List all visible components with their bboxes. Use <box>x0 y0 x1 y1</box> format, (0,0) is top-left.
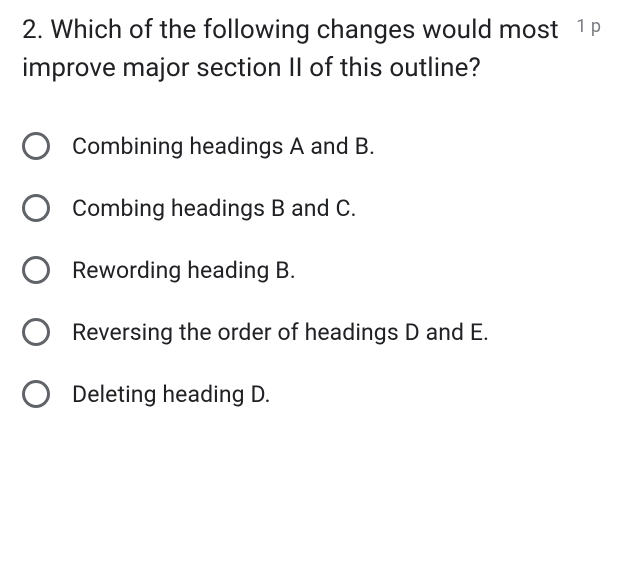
option-label: Combing headings B and C. <box>72 195 357 222</box>
radio-icon <box>22 132 50 160</box>
option-label: Rewording heading B. <box>72 257 296 284</box>
radio-icon <box>22 318 50 346</box>
radio-icon <box>22 256 50 284</box>
question-points: 1 p <box>576 16 601 37</box>
option-label: Combining headings A and B. <box>72 133 375 160</box>
question-text: 2. Which of the following changes would … <box>22 12 560 87</box>
radio-icon <box>22 380 50 408</box>
option-5[interactable]: Deleting heading D. <box>22 363 601 425</box>
question-header: 2. Which of the following changes would … <box>22 12 601 87</box>
option-label: Deleting heading D. <box>72 381 271 408</box>
option-4[interactable]: Reversing the order of headings D and E. <box>22 301 601 363</box>
option-1[interactable]: Combining headings A and B. <box>22 115 601 177</box>
radio-icon <box>22 194 50 222</box>
option-2[interactable]: Combing headings B and C. <box>22 177 601 239</box>
option-label: Reversing the order of headings D and E. <box>72 319 489 346</box>
options-group: Combining headings A and B. Combing head… <box>22 115 601 425</box>
option-3[interactable]: Rewording heading B. <box>22 239 601 301</box>
